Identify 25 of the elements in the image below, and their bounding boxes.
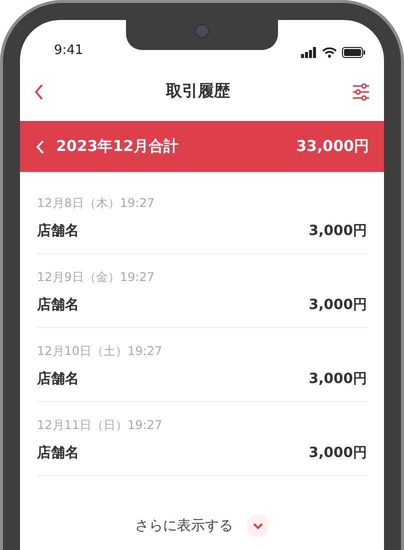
- previous-month-button[interactable]: [36, 140, 44, 154]
- transaction-datetime: 12月10日（土）19:27: [37, 343, 164, 360]
- show-more-button[interactable]: さらに表示する: [129, 514, 275, 538]
- transaction-amount: 3,000円: [308, 296, 367, 314]
- camera-icon: [195, 24, 209, 38]
- status-time: 9:41: [54, 43, 84, 58]
- transaction-datetime: 12月8日（木）19:27: [37, 195, 156, 212]
- month-label: 2023年12月合計: [56, 137, 179, 156]
- transaction-amount: 3,000円: [308, 444, 367, 462]
- transaction-datetime: 12月9日（金）19:27: [37, 269, 156, 286]
- chevron-down-icon: [253, 522, 263, 530]
- page-title: 取引履歴: [166, 81, 230, 102]
- filter-settings-button[interactable]: [352, 82, 370, 100]
- transaction-amount: 3,000円: [308, 222, 367, 240]
- wifi-icon: [322, 47, 337, 58]
- signal-icon: [301, 47, 317, 58]
- battery-icon: [342, 47, 366, 58]
- transaction-amount: 3,000円: [308, 370, 367, 388]
- store-name: 店舗名: [37, 296, 79, 314]
- back-button[interactable]: [34, 84, 44, 100]
- store-name: 店舗名: [37, 222, 79, 240]
- store-name: 店舗名: [37, 370, 79, 388]
- transaction-datetime: 12月11日（日）19:27: [37, 417, 164, 434]
- store-name: 店舗名: [37, 444, 79, 462]
- month-total: 33,000円: [296, 137, 369, 156]
